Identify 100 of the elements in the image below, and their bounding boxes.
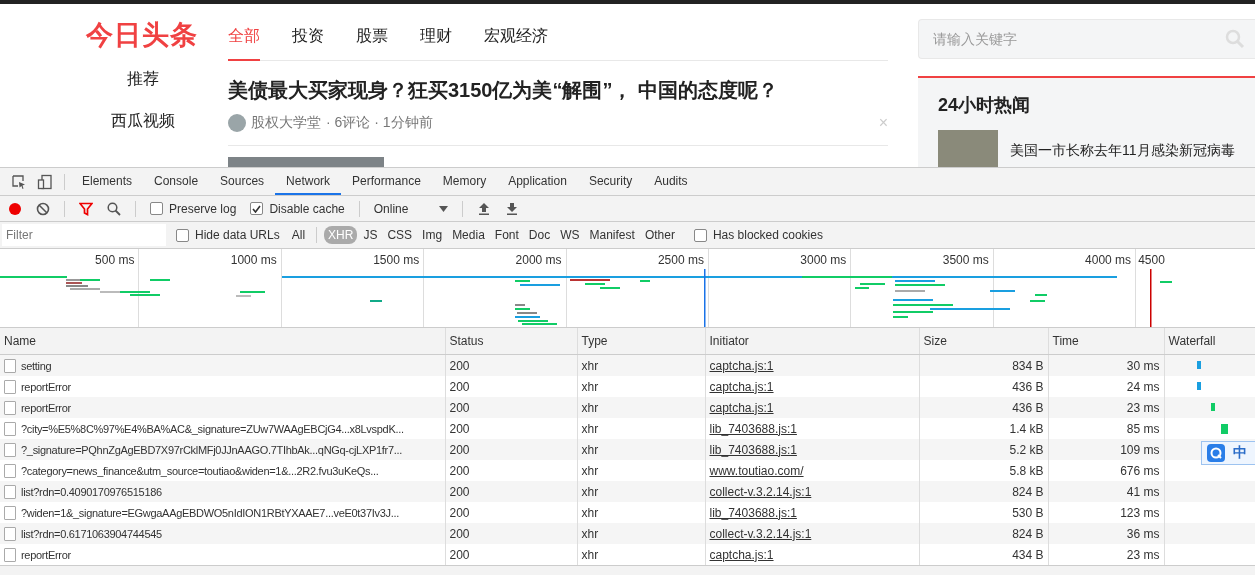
initiator-link[interactable]: www.toutiao.com/ (709, 463, 804, 478)
search-field[interactable]: 请输入关键字 (918, 19, 1255, 59)
checkbox-label[interactable]: Preserve log (169, 201, 237, 216)
file-icon (4, 379, 16, 394)
file-icon (4, 526, 16, 541)
checkbox-label[interactable]: Has blocked cookies (712, 228, 823, 242)
inspect-element-icon (11, 173, 27, 190)
resource-type-filter[interactable]: CSS (383, 226, 417, 244)
dropdown-caret-icon (438, 205, 448, 212)
checkmark-icon (252, 204, 262, 213)
devtools-tab[interactable]: Security (577, 168, 644, 195)
upload-icon (477, 202, 490, 215)
article-meta: · 6评论 · 1分钟前 (326, 114, 433, 132)
initiator-link[interactable]: lib_7403688.js:1 (709, 505, 797, 520)
request-name[interactable]: ?widen=1&_signature=EGwgaAAgEBDWO5nIdION1RBtYXAAE7...veE0t37Iv3J... (21, 506, 399, 519)
request-name[interactable]: ?_signature=PQhnZgAgEBD7X97rCklMFj0JJnAAGO.7TIhbAk...qNGq-cjLXP1fr7... (21, 443, 402, 456)
table-cell: xhr (577, 481, 705, 502)
column-header[interactable]: Size (919, 328, 1048, 355)
search-icon (1225, 29, 1245, 49)
channel-tab[interactable]: 全部 (228, 26, 260, 61)
ime-toolbar[interactable]: 中 (1201, 441, 1255, 465)
channel-tab[interactable]: 理财 (420, 26, 452, 61)
file-icon (4, 547, 16, 562)
ime-logo-icon (1207, 444, 1225, 462)
file-icon (4, 421, 16, 436)
table-cell: 200 (445, 439, 577, 460)
clear-icon (36, 201, 50, 216)
column-header[interactable]: Waterfall (1164, 328, 1255, 355)
file-icon (4, 463, 16, 478)
checkbox[interactable] (150, 202, 163, 215)
checked-checkbox[interactable] (250, 202, 264, 215)
request-name[interactable]: setting (21, 359, 52, 372)
resource-type-filter[interactable]: Manifest (585, 226, 639, 244)
devtools-tab[interactable]: Audits (643, 168, 699, 195)
devtools-tab[interactable]: Performance (341, 168, 432, 195)
checkbox[interactable] (176, 228, 189, 242)
download-icon (505, 202, 518, 215)
resource-type-filter[interactable]: JS (359, 226, 382, 244)
table-cell: 824 B (919, 523, 1048, 544)
file-icon (4, 358, 16, 373)
photo-placeholder (938, 130, 998, 167)
table-cell: 5.2 kB (919, 439, 1048, 460)
table-cell: 36 ms (1048, 523, 1164, 544)
filter-field[interactable]: Filter (2, 224, 166, 246)
waterfall-bar (1220, 421, 1228, 436)
request-name[interactable]: reportError (21, 401, 71, 414)
resource-type-filter[interactable]: Font (490, 226, 523, 244)
resource-type-filter[interactable]: All (287, 226, 310, 244)
checkbox-label[interactable]: Hide data URLs (195, 228, 280, 242)
devtools-tab[interactable]: Application (497, 168, 578, 195)
column-header[interactable]: Time (1048, 328, 1164, 355)
initiator-link[interactable]: captcha.js:1 (709, 379, 774, 394)
table-cell: 200 (445, 523, 577, 544)
resource-type-filter[interactable]: Doc (524, 226, 555, 244)
request-name[interactable]: ?city=%E5%8C%97%E4%BA%AC&_signature=ZUw7WAAgEBCjG4...x8LvspdK... (21, 422, 404, 435)
devtools-tab[interactable]: Console (143, 168, 210, 195)
column-header[interactable]: Name (0, 328, 445, 355)
checkbox[interactable] (693, 228, 707, 242)
table-cell: 200 (445, 481, 577, 502)
article-headline[interactable]: 美债最大买家现身？狂买3150亿为美“解围”， 中国的态度呢？ (228, 77, 888, 104)
file-icon (4, 484, 16, 499)
initiator-link[interactable]: captcha.js:1 (709, 547, 774, 562)
file-icon (4, 400, 16, 415)
article-source[interactable]: 股权大学堂 (251, 114, 321, 132)
devtools-tab[interactable]: Elements (71, 168, 144, 195)
resource-type-filter[interactable]: WS (556, 226, 584, 244)
resource-type-filter[interactable]: Media (448, 226, 489, 244)
request-name[interactable]: reportError (21, 380, 71, 393)
table-cell: 23 ms (1048, 397, 1164, 418)
request-name[interactable]: list?rdn=0.6171063904744545 (21, 527, 162, 540)
checkbox-label[interactable]: Disable cache (269, 201, 345, 216)
timeline-tick-label: 4500 (1137, 252, 1166, 269)
devtools-tab[interactable]: Memory (431, 168, 498, 195)
avatar (228, 114, 246, 132)
search-icon (107, 201, 121, 216)
devtools-tab[interactable]: Sources (209, 168, 276, 195)
column-header[interactable]: Type (577, 328, 705, 355)
hot-news-link[interactable]: 美国一市长称去年11月感染新冠病毒 (1010, 140, 1245, 167)
device-icon (37, 173, 53, 190)
resource-type-filter[interactable]: Img (418, 226, 447, 244)
file-icon (4, 442, 16, 457)
throttling-dropdown[interactable]: Online (367, 201, 454, 216)
site-logo[interactable]: 今日头条 (86, 17, 198, 53)
side-nav-item[interactable]: 西瓜视频 (111, 111, 175, 132)
channel-tab[interactable]: 宏观经济 (484, 26, 548, 61)
request-name[interactable]: reportError (21, 548, 71, 561)
request-name[interactable]: list?rdn=0.4090170976515186 (21, 485, 162, 498)
column-header[interactable]: Status (445, 328, 577, 355)
table-cell: 824 B (919, 481, 1048, 502)
table-cell: 41 ms (1048, 481, 1164, 502)
ime-mode-label[interactable]: 中 (1233, 444, 1247, 462)
table-cell: xhr (577, 523, 705, 544)
request-name[interactable]: ?category=news_finance&utm_source=toutiao&widen=1&...2R2.fvu3uKeQs... (21, 464, 379, 477)
table-cell: xhr (577, 397, 705, 418)
channel-tab[interactable]: 投资 (292, 26, 324, 61)
resource-type-filter[interactable]: Other (640, 226, 679, 244)
initiator-link[interactable]: lib_7403688.js:1 (709, 421, 797, 436)
channel-tab[interactable]: 股票 (356, 26, 388, 61)
column-header[interactable]: Initiator (705, 328, 919, 355)
side-nav-item[interactable]: 推荐 (127, 69, 159, 90)
